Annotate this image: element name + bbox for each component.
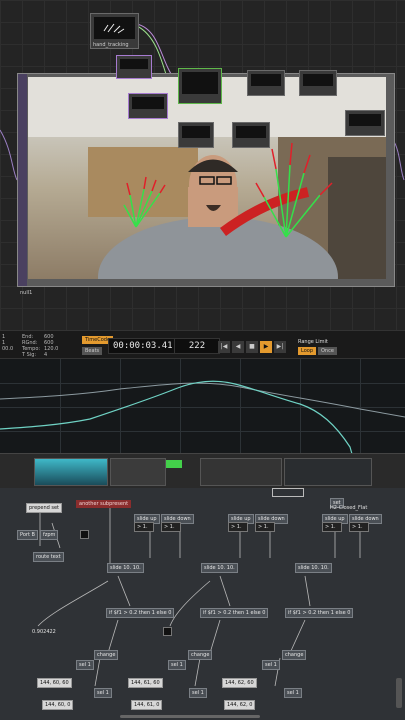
math-node[interactable] bbox=[232, 122, 270, 148]
loop-button[interactable]: Loop bbox=[298, 347, 316, 355]
display-panel bbox=[284, 458, 372, 486]
prepend-object[interactable]: prepend set bbox=[26, 503, 63, 513]
skip-back-button[interactable]: |◀ bbox=[218, 341, 230, 353]
transport-stat-labels: End: RGnd: Tempo: T Sig: bbox=[22, 334, 41, 358]
viewer-name: null1 bbox=[20, 290, 33, 296]
change-object-2[interactable]: change bbox=[188, 650, 213, 660]
number-box[interactable]: > 1. bbox=[322, 522, 342, 532]
spectrum-curves bbox=[0, 380, 405, 454]
node-thumbnail bbox=[94, 17, 135, 39]
condition-expr-1[interactable]: if $f1 > 0.2 then 1 else 0 bbox=[106, 608, 175, 618]
set-value: H2-Closed_Flat bbox=[330, 505, 368, 511]
toggle-port[interactable]: Port B bbox=[17, 530, 38, 540]
sel-object-5[interactable]: sel 1 bbox=[189, 688, 207, 698]
hand-tracking-node[interactable]: hand_tracking bbox=[90, 13, 139, 49]
plugin-strip bbox=[0, 453, 405, 489]
filter-node[interactable] bbox=[178, 122, 214, 148]
timecode-display[interactable]: 00:00:03.41 bbox=[108, 338, 178, 354]
change-object-1[interactable]: change bbox=[94, 650, 119, 660]
set-matrix[interactable] bbox=[272, 488, 304, 497]
bang-button[interactable] bbox=[80, 530, 89, 539]
transport-bar: 1 1 00.0 End: RGnd: Tempo: T Sig: 600 60… bbox=[0, 330, 405, 359]
slide-object-3[interactable]: slide 10. 10. bbox=[295, 563, 332, 573]
change-object-3[interactable]: change bbox=[282, 650, 307, 660]
frame-display[interactable]: 222 bbox=[174, 338, 220, 354]
output-node-b[interactable] bbox=[299, 70, 337, 96]
video-viewer-node[interactable]: null1 bbox=[17, 73, 395, 296]
note-on-message-2[interactable]: 144, 61, 60 bbox=[128, 678, 163, 688]
step-back-button[interactable]: ◀ bbox=[232, 341, 244, 353]
note-on-message-3[interactable]: 144, 62, 60 bbox=[222, 678, 257, 688]
range-limit-label: Range Limit bbox=[298, 339, 328, 345]
slide-object-1[interactable]: slide 10. 10. bbox=[107, 563, 144, 573]
viewer-sidebar bbox=[18, 74, 27, 286]
camera-scene bbox=[28, 77, 386, 279]
condition-expr-3[interactable]: if $f1 > 0.2 then 1 else 0 bbox=[285, 608, 354, 618]
processing-node[interactable] bbox=[178, 68, 222, 104]
float-readout: 0.902422 bbox=[32, 629, 56, 635]
skip-forward-button[interactable]: ▶| bbox=[274, 341, 286, 353]
envelope-panel bbox=[110, 458, 166, 486]
waveform-display bbox=[34, 458, 108, 486]
spectrum-analyzer bbox=[0, 358, 405, 454]
once-button[interactable]: Once bbox=[318, 347, 337, 355]
horizontal-scrollbar[interactable] bbox=[120, 715, 260, 718]
note-off-message-1[interactable]: 144, 60, 0 bbox=[42, 700, 74, 710]
knob-panel bbox=[200, 458, 282, 486]
note-on-message-1[interactable]: 144, 60, 60 bbox=[37, 678, 72, 688]
stop-button[interactable]: ■ bbox=[246, 341, 258, 353]
camera-input-node[interactable] bbox=[116, 55, 152, 79]
number-box[interactable]: > 1. bbox=[228, 522, 248, 532]
play-button[interactable]: ▶ bbox=[260, 341, 272, 353]
landmark-node[interactable] bbox=[128, 93, 168, 119]
slide-object-2[interactable]: slide 10. 10. bbox=[201, 563, 238, 573]
comment-box: another subpresent bbox=[76, 500, 132, 508]
hand-sketch-icon bbox=[103, 23, 125, 34]
level-meter bbox=[166, 460, 182, 468]
number-box[interactable]: > 1. bbox=[349, 522, 369, 532]
max-patch: prepend set another subpresent Port B fz… bbox=[0, 488, 405, 720]
sel-object-6[interactable]: sel 1 bbox=[284, 688, 302, 698]
node-label: hand_tracking bbox=[93, 42, 129, 48]
bang-button[interactable] bbox=[163, 627, 172, 636]
route-object[interactable]: route text bbox=[33, 552, 64, 562]
note-off-message-3[interactable]: 144, 62, 0 bbox=[224, 700, 256, 710]
sel-object-3[interactable]: sel 1 bbox=[262, 660, 280, 670]
flip-object[interactable]: fzpm bbox=[40, 530, 59, 540]
sel-object-4[interactable]: sel 1 bbox=[94, 688, 112, 698]
number-box[interactable]: > 1. bbox=[255, 522, 275, 532]
note-off-message-2[interactable]: 144, 61, 0 bbox=[131, 700, 163, 710]
export-node[interactable] bbox=[345, 110, 385, 136]
touchdesigner-network: hand_tracking null1 bbox=[0, 0, 405, 330]
vertical-scrollbar[interactable] bbox=[396, 678, 402, 708]
output-node-a[interactable] bbox=[247, 70, 285, 96]
sel-object-1[interactable]: sel 1 bbox=[76, 660, 94, 670]
camera-feed bbox=[28, 77, 386, 279]
transport-stat-values: 600 600 120.0 4 bbox=[44, 334, 59, 358]
beats-mode-chip[interactable]: Beats bbox=[82, 347, 103, 355]
sel-object-2[interactable]: sel 1 bbox=[168, 660, 186, 670]
condition-expr-2[interactable]: if $f1 > 0.2 then 1 else 0 bbox=[200, 608, 269, 618]
transport-stats-left: 1 1 00.0 bbox=[2, 334, 14, 352]
number-box[interactable]: > 1. bbox=[161, 522, 181, 532]
number-box[interactable]: > 1. bbox=[134, 522, 154, 532]
